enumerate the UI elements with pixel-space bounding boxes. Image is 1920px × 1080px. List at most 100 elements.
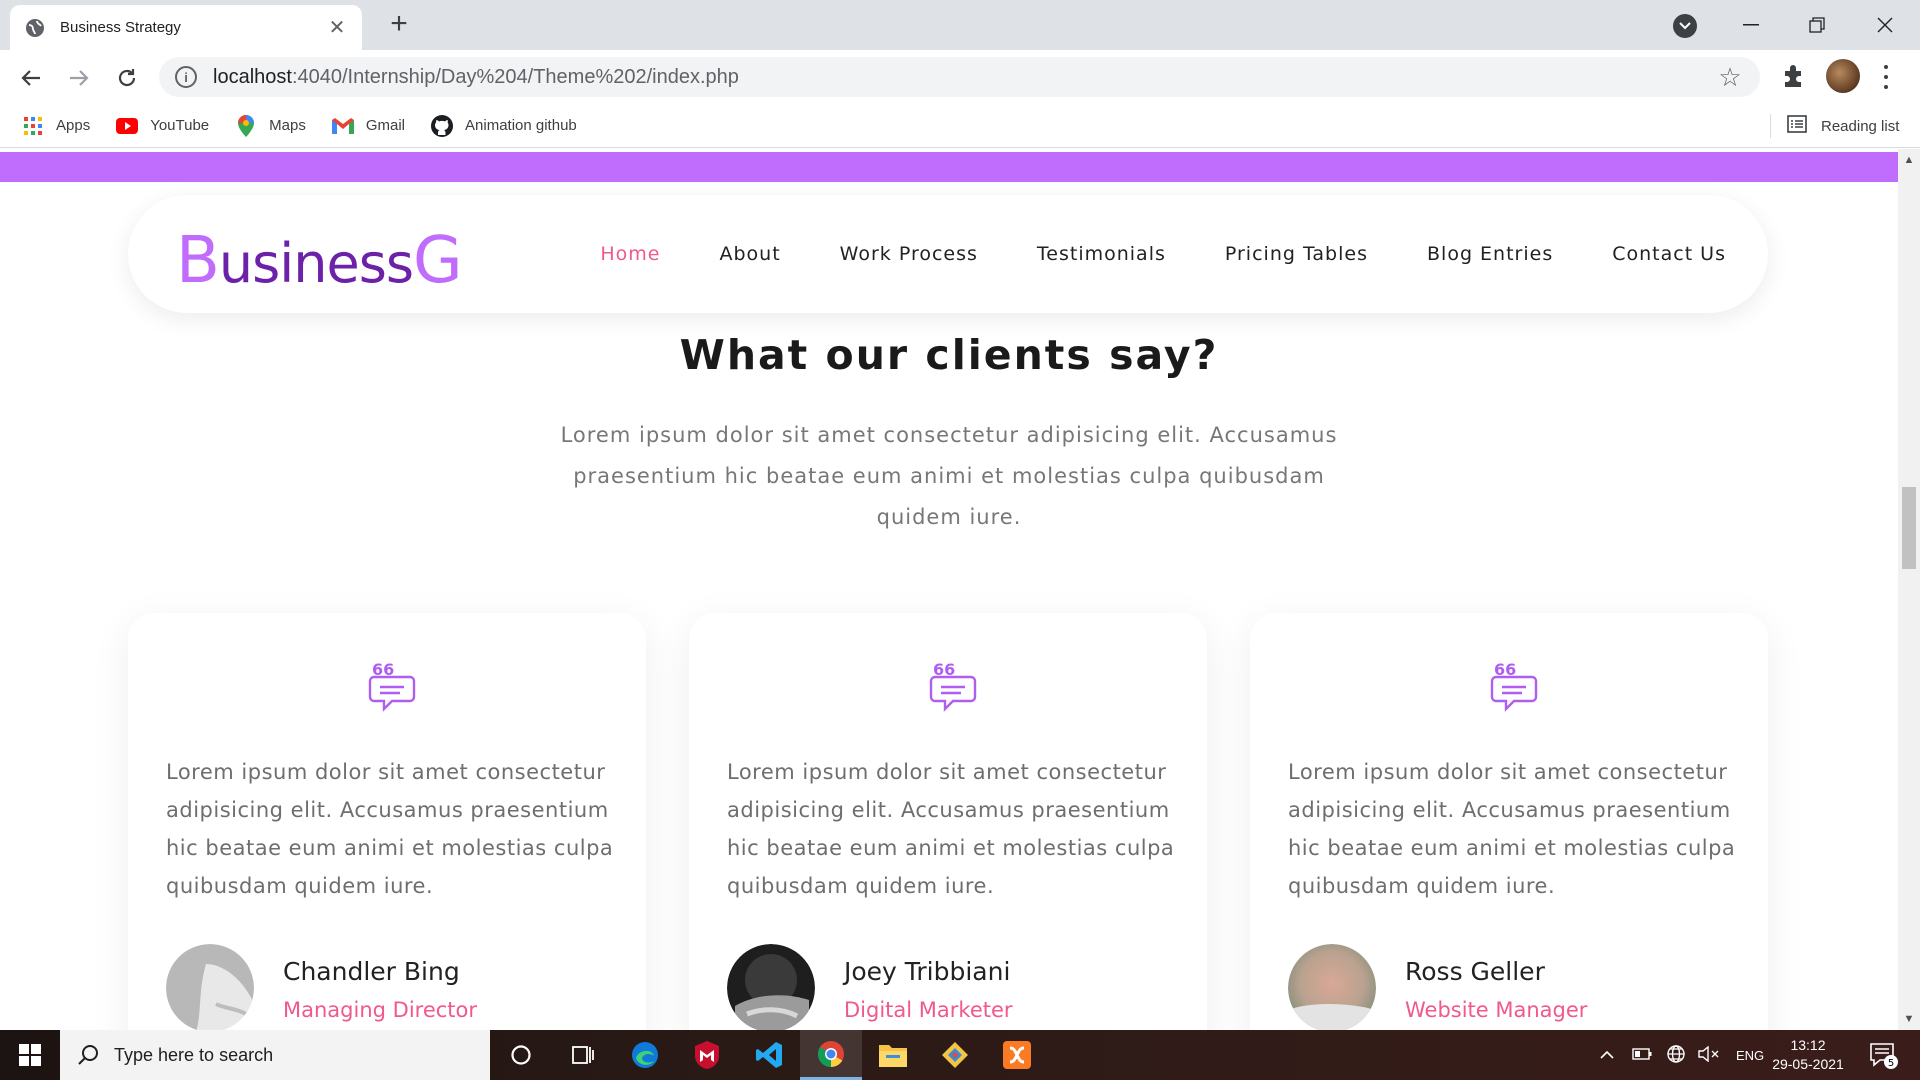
windows-start-icon[interactable] [0,1030,60,1080]
apps-grid-icon [22,115,44,137]
page-scrollbar[interactable]: ▲ ▼ [1898,149,1920,1030]
clock-time: 13:12 [1790,1037,1826,1053]
bookmark-gmail[interactable]: Gmail [331,115,405,137]
address-bar[interactable]: i localhost:4040/Internship/Day%204/Them… [159,57,1760,97]
clock-date: 29-05-2021 [1772,1056,1844,1072]
volume-muted-icon[interactable] [1698,1045,1720,1065]
tab-close-icon[interactable]: ✕ [326,17,348,39]
bookmark-label: Apps [56,117,91,134]
bookmark-maps[interactable]: Maps [235,114,306,137]
quote-bubble-icon: 66 [368,661,416,712]
testimonial-card: 66 Lorem ipsum dolor sit amet consectetu… [128,613,646,1030]
system-tray: ENG [1600,1030,1764,1080]
youtube-icon [116,115,139,137]
browser-tab[interactable]: Business Strategy ✕ [10,5,362,50]
mcafee-icon[interactable] [676,1030,738,1080]
cortana-icon[interactable] [490,1030,552,1080]
bookmark-youtube[interactable]: YouTube [116,115,209,137]
person-name: Ross Geller [1405,957,1545,986]
vscode-icon[interactable] [738,1030,800,1080]
bookmarks-bar: Apps YouTube Maps Gmail Animation github… [0,104,1920,148]
svg-text:66: 66 [1494,661,1516,679]
bookmark-label: YouTube [150,117,210,134]
testimonial-quote: Lorem ipsum dolor sit amet consectetur a… [727,760,1175,898]
new-tab-button[interactable]: + [384,9,414,40]
testimonial-card: 66 Lorem ipsum dolor sit amet consectetu… [1250,613,1768,1030]
url-text[interactable]: localhost:4040/Internship/Day%204/Theme%… [213,66,1716,89]
reading-list-label: Reading list [1821,117,1900,135]
file-explorer-icon[interactable] [862,1030,924,1080]
url-path: :4040/Internship/Day%204/Theme%202/index… [291,65,739,88]
nav-testimonials[interactable]: Testimonials [1037,243,1166,265]
nav-about[interactable]: About [719,243,780,265]
nav-home[interactable]: Home [600,243,660,265]
chrome-icon[interactable] [800,1030,862,1080]
person-role: Website Manager [1405,998,1588,1022]
tab-title: Business Strategy [60,19,181,36]
reading-list-icon [1787,115,1809,137]
testimonial-quote: Lorem ipsum dolor sit amet consectetur a… [1288,760,1736,898]
scroll-down-arrow-icon[interactable]: ▼ [1898,1008,1920,1030]
profile-avatar[interactable] [1826,59,1860,93]
reload-icon[interactable] [110,61,144,95]
show-hidden-icons-chevron-icon[interactable] [1600,1048,1614,1063]
bookmark-animation-github[interactable]: Animation github [431,114,577,137]
edge-icon[interactable] [614,1030,676,1080]
notification-count: 5 [1888,1058,1894,1069]
maps-pin-icon [235,114,257,137]
xampp-icon[interactable] [986,1030,1048,1080]
bookmarks-divider [1770,114,1771,138]
testimonial-quote: Lorem ipsum dolor sit amet consectetur a… [166,760,614,898]
reading-list-button[interactable]: Reading list [1770,104,1899,148]
tab-search-icon[interactable] [1673,14,1697,38]
person-role: Managing Director [283,998,478,1022]
svg-text:66: 66 [372,661,394,679]
network-globe-icon[interactable] [1666,1044,1686,1067]
search-icon [78,1045,98,1065]
system-clock[interactable]: 13:12 29-05-2021 [1760,1036,1856,1074]
info-icon[interactable]: i [175,66,197,88]
window-close-icon[interactable] [1852,0,1918,50]
git-kraken-icon[interactable] [924,1030,986,1080]
nav-pricing-tables[interactable]: Pricing Tables [1225,243,1368,265]
svg-text:66: 66 [933,661,955,679]
taskbar-search-box[interactable]: Type here to search [60,1030,490,1080]
person-name: Joey Tribbiani [844,957,1011,986]
gmail-icon [331,115,354,137]
person-name: Chandler Bing [283,957,460,986]
nav-work-process[interactable]: Work Process [840,243,978,265]
restore-icon[interactable] [1784,0,1850,50]
action-center-icon[interactable]: 5 [1868,1040,1898,1070]
scrollbar-thumb[interactable] [1902,487,1916,569]
search-placeholder: Type here to search [114,1044,274,1065]
quote-bubble-icon: 66 [1490,661,1538,712]
browser-tab-strip: Business Strategy ✕ + [0,0,1920,50]
testimonial-cards: 66 Lorem ipsum dolor sit amet consectetu… [128,613,1768,1030]
testimonial-card: 66 Lorem ipsum dolor sit amet consectetu… [689,613,1207,1030]
site-navbar: BusinessG Home About Work Process Testim… [128,195,1768,313]
logo-letter-b: B [176,224,220,298]
nav-contact-us[interactable]: Contact Us [1612,243,1726,265]
github-icon [431,114,454,137]
browser-menu-icon[interactable] [1880,62,1892,92]
avatar [166,944,254,1030]
browser-toolbar: i localhost:4040/Internship/Day%204/Them… [0,50,1920,104]
forward-arrow-icon[interactable] [62,61,96,95]
avatar [1288,944,1376,1030]
windows-taskbar: Type here to search ENG 13:12 29-05-2021… [0,1030,1920,1080]
top-accent-bar [0,152,1898,182]
extensions-puzzle-icon[interactable] [1780,62,1810,92]
nav-blog-entries[interactable]: Blog Entries [1427,243,1553,265]
main-menu: Home About Work Process Testimonials Pri… [541,195,1726,313]
page-viewport: BusinessG Home About Work Process Testim… [0,149,1898,1030]
site-logo[interactable]: BusinessG [176,229,463,294]
bookmark-star-icon[interactable]: ☆ [1716,62,1744,92]
scroll-up-arrow-icon[interactable]: ▲ [1898,149,1920,171]
quote-bubble-icon: 66 [929,661,977,712]
battery-icon[interactable] [1632,1047,1652,1063]
person-role: Digital Marketer [844,998,1013,1022]
minimize-icon[interactable] [1718,0,1784,50]
back-arrow-icon[interactable] [14,61,48,95]
bookmark-apps[interactable]: Apps [22,115,90,137]
task-view-icon[interactable] [552,1030,614,1080]
